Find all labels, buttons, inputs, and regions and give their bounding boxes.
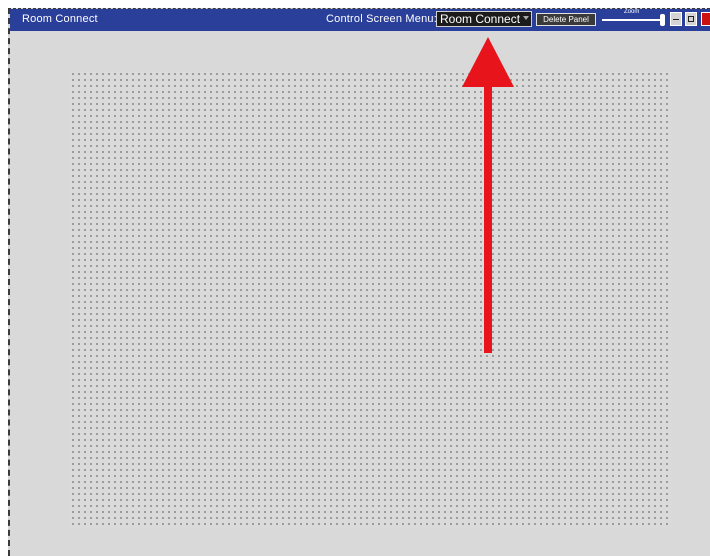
close-button[interactable] (701, 12, 710, 26)
room-connect-window: Room Connect Control Screen Menu: Room C… (8, 8, 710, 556)
control-screen-menu-value: Room Connect (440, 12, 521, 26)
control-panel-grid[interactable] (70, 71, 672, 529)
arrow-up-icon (462, 37, 514, 353)
maximize-button[interactable] (685, 12, 697, 26)
zoom-slider-track[interactable] (602, 19, 664, 21)
chevron-down-icon (523, 16, 529, 20)
minimize-icon (673, 19, 679, 20)
zoom-label: Zoom (624, 9, 640, 15)
control-screen-menu-select[interactable]: Room Connect (436, 11, 532, 27)
delete-panel-button[interactable]: Delete Panel (536, 13, 596, 26)
minimize-button[interactable] (670, 12, 682, 26)
annotation-arrow-shaft (484, 79, 492, 353)
window-title: Room Connect (22, 13, 98, 25)
maximize-icon (688, 16, 694, 22)
zoom-slider-thumb[interactable] (660, 14, 665, 26)
control-screen-menu-label: Control Screen Menu: (326, 13, 437, 25)
title-bar: Room Connect Control Screen Menu: Room C… (10, 9, 710, 31)
